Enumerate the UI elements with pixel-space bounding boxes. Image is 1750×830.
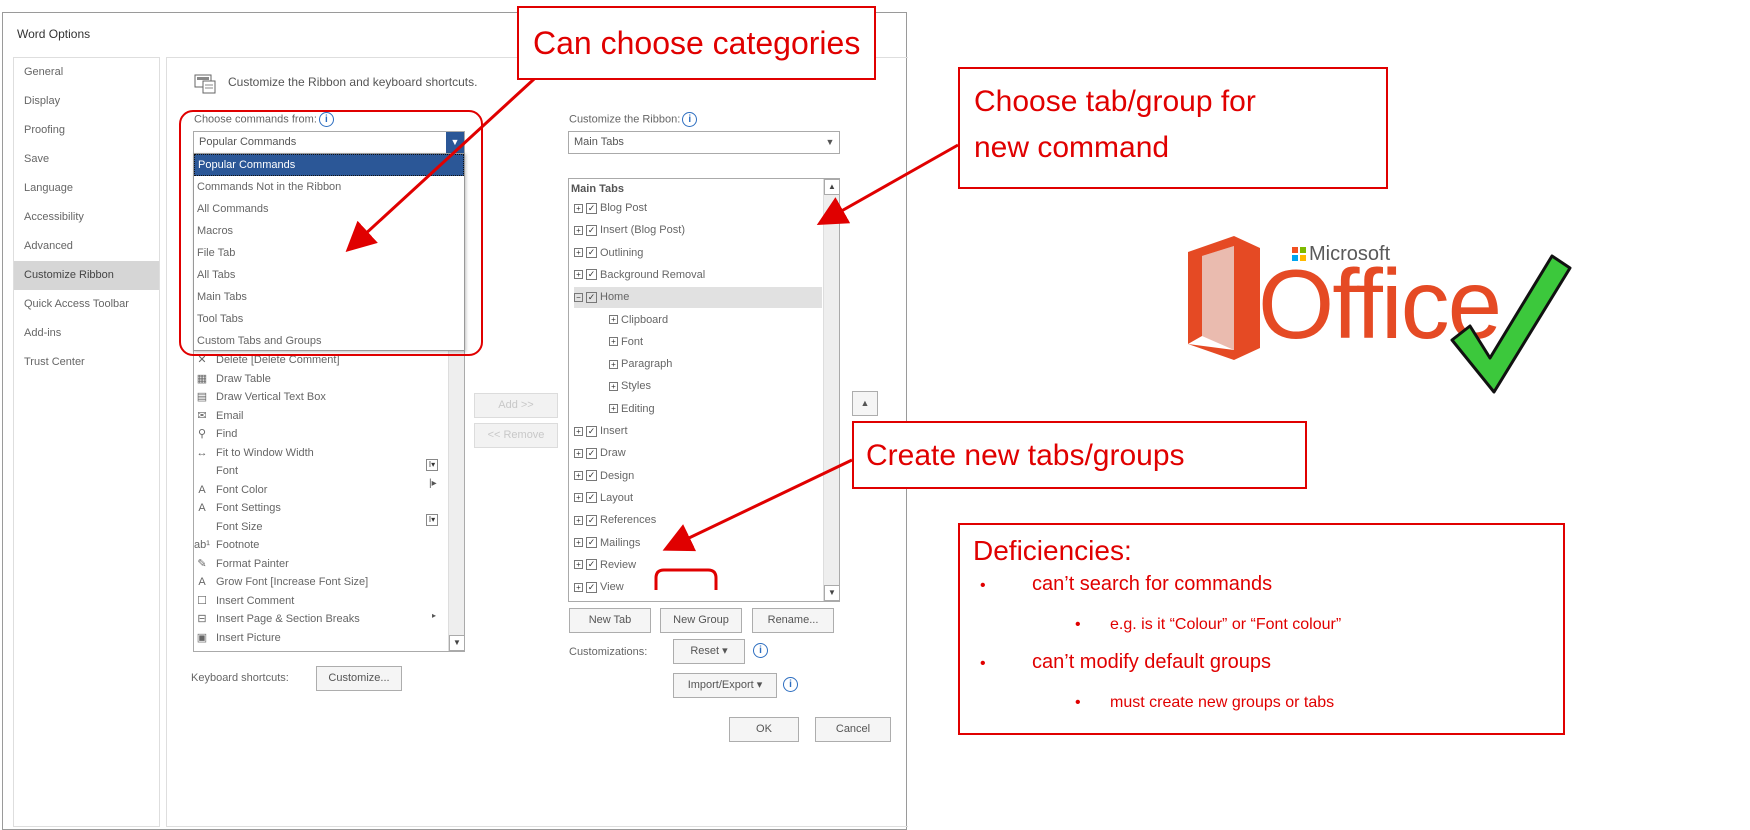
- deficiency-item: can’t search for commands: [1032, 573, 1273, 595]
- arrow-categories: [345, 67, 547, 253]
- callout-tab-group: Choose tab/group for new command: [958, 67, 1388, 189]
- deficiency-item: must create new groups or tabs: [1110, 694, 1335, 711]
- office-logo-icon: [1188, 236, 1260, 360]
- deficiency-item: e.g. is it “Colour” or “Font colour”: [1110, 616, 1342, 633]
- arrow-create-new: [662, 458, 853, 552]
- checkmark-icon: [1450, 254, 1572, 394]
- bracket-new-buttons: [654, 568, 718, 590]
- bullet-icon: •: [980, 577, 986, 594]
- deficiencies-title: Deficiencies:: [973, 535, 1132, 566]
- bullet-icon: •: [980, 655, 986, 672]
- bullet-icon: •: [1075, 616, 1081, 633]
- callout-create-new: Create new tabs/groups: [852, 421, 1307, 489]
- callout-categories: Can choose categories: [517, 6, 877, 80]
- arrow-tab-group: [816, 143, 959, 225]
- deficiencies-box: Deficiencies: • can’t search for commands…: [958, 523, 1565, 735]
- bullet-icon: •: [1075, 694, 1081, 711]
- deficiency-item: can’t modify default groups: [1032, 651, 1272, 673]
